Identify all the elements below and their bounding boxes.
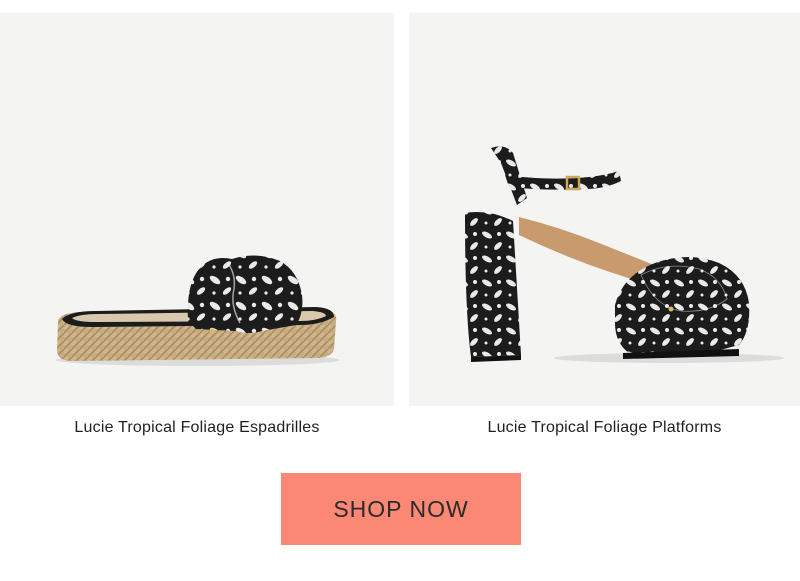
espadrille-sandal-image — [56, 255, 340, 366]
shop-now-button[interactable]: SHOP NOW — [281, 473, 521, 545]
product-title-platforms[interactable]: Lucie Tropical Foliage Platforms — [409, 419, 800, 437]
product-card-platforms[interactable]: Lucie Tropical Foliage Platforms — [409, 13, 800, 436]
platform-heel-image — [465, 146, 784, 363]
product-image-espadrilles[interactable] — [0, 13, 394, 406]
product-image-platforms[interactable] — [409, 13, 800, 406]
product-title-espadrilles[interactable]: Lucie Tropical Foliage Espadrilles — [0, 419, 394, 437]
product-card-espadrilles[interactable]: Lucie Tropical Foliage Espadrilles — [0, 13, 394, 436]
